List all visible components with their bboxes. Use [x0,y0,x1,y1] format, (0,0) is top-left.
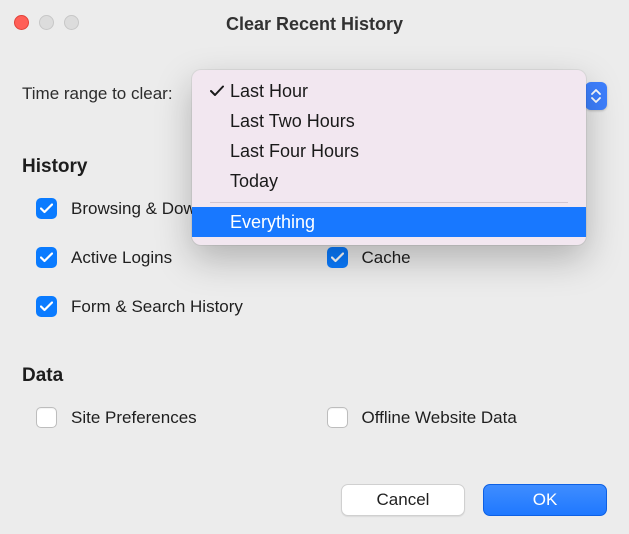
checkbox-site-preferences[interactable]: Site Preferences [36,407,317,428]
chevron-up-down-icon [591,88,601,104]
window-title: Clear Recent History [0,14,629,35]
cancel-button[interactable]: Cancel [341,484,465,516]
dropdown-option-today[interactable]: Today [192,166,586,196]
checkbox-label: Form & Search History [71,297,243,317]
checkbox-offline-website-data[interactable]: Offline Website Data [327,407,608,428]
dropdown-option-everything[interactable]: Everything [192,207,586,237]
checkbox-label: Active Logins [71,248,172,268]
close-window-button[interactable] [14,15,29,30]
checkbox-cache[interactable]: Cache [327,247,608,268]
checkbox-icon [36,247,57,268]
data-checkboxes: Site Preferences Offline Website Data [36,407,607,428]
window-controls [14,15,79,30]
dropdown-option-last-four-hours[interactable]: Last Four Hours [192,136,586,166]
ok-button[interactable]: OK [483,484,607,516]
checkbox-icon [36,296,57,317]
dropdown-option-last-hour[interactable]: Last Hour [192,76,586,106]
maximize-window-button[interactable] [64,15,79,30]
check-icon [206,85,228,97]
titlebar: Clear Recent History [0,0,629,48]
data-section-header: Data [22,365,607,387]
time-range-label: Time range to clear: [22,84,173,104]
dropdown-option-label: Everything [230,212,315,233]
checkbox-icon [327,247,348,268]
dropdown-separator [210,202,568,203]
dropdown-option-label: Last Four Hours [230,141,359,162]
checkbox-label: Site Preferences [71,408,197,428]
dropdown-option-label: Last Two Hours [230,111,355,132]
checkbox-icon [327,407,348,428]
checkbox-form-search[interactable]: Form & Search History [36,296,607,317]
checkbox-icon [36,198,57,219]
minimize-window-button[interactable] [39,15,54,30]
checkbox-icon [36,407,57,428]
dropdown-option-last-two-hours[interactable]: Last Two Hours [192,106,586,136]
checkbox-label: Offline Website Data [362,408,517,428]
checkbox-label: Cache [362,248,411,268]
checkbox-active-logins[interactable]: Active Logins [36,247,317,268]
time-range-dropdown[interactable]: Last Hour Last Two Hours Last Four Hours… [192,70,586,245]
time-range-select-arrows[interactable] [585,82,607,110]
dropdown-option-label: Today [230,171,278,192]
dropdown-option-label: Last Hour [230,81,308,102]
dialog-actions: Cancel OK [341,484,607,516]
